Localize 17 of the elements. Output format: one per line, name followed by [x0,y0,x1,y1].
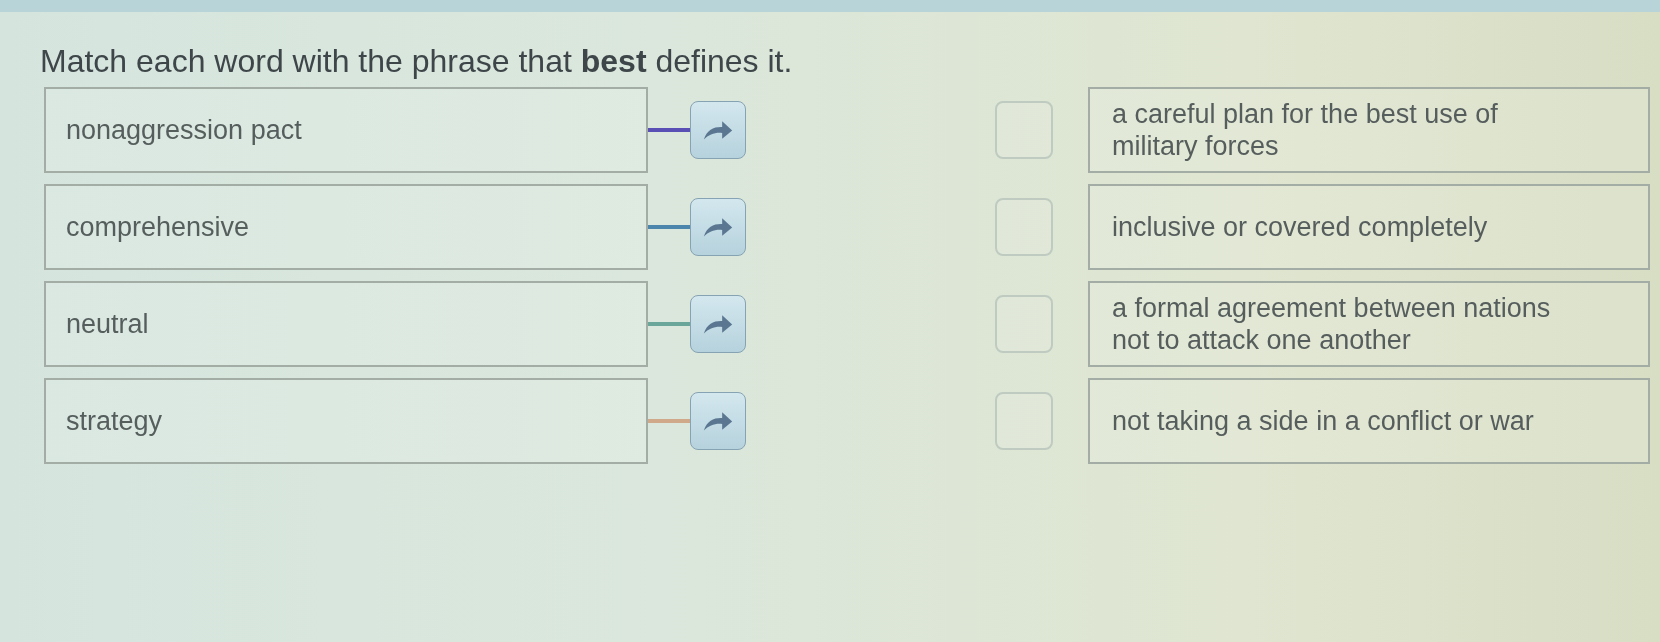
term-card[interactable]: strategy [44,378,648,464]
curved-arrow-icon [703,120,733,140]
match-button[interactable] [690,198,746,256]
definition-card[interactable]: not taking a side in a conflict or war [1088,378,1650,464]
definition-card[interactable]: inclusive or covered completely [1088,184,1650,270]
instruction-text: Match each word with the phrase that best defines it. [40,42,793,80]
curved-arrow-icon [703,411,733,431]
curved-arrow-icon [703,314,733,334]
term-card[interactable]: nonaggression pact [44,87,648,173]
definition-card[interactable]: a careful plan for the best use of military forces [1088,87,1650,173]
match-button[interactable] [690,101,746,159]
term-card[interactable]: neutral [44,281,648,367]
term-card[interactable]: comprehensive [44,184,648,270]
definition-card[interactable]: a formal agreement between nations not to attack one another [1088,281,1650,367]
match-button[interactable] [690,295,746,353]
curved-arrow-icon [703,217,733,237]
match-button[interactable] [690,392,746,450]
